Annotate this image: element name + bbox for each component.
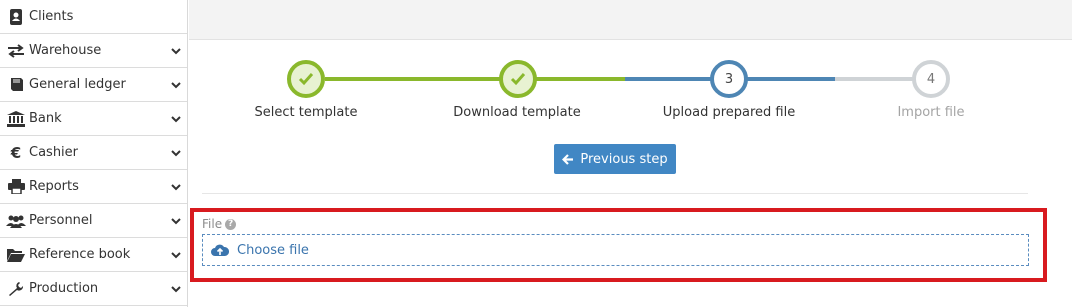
sidebar-item-cashier[interactable]: € Cashier	[0, 136, 187, 170]
sidebar-item-production[interactable]: Production	[0, 272, 187, 306]
sidebar-item-label: Clients	[29, 9, 74, 24]
step-4-label: Import file	[897, 105, 965, 120]
sidebar: Clients Warehouse General ledger Bank € …	[0, 0, 188, 307]
sidebar-item-label: Production	[29, 281, 99, 296]
folder-open-icon	[6, 246, 26, 264]
sidebar-item-label: Cashier	[29, 145, 79, 160]
previous-step-label: Previous step	[580, 151, 668, 167]
chevron-down-icon[interactable]	[171, 284, 181, 294]
sidebar-item-label: Warehouse	[29, 43, 102, 58]
step-connector-done	[537, 77, 625, 81]
wizard-stepper: Select template Download template 3 Uplo…	[189, 40, 1072, 140]
file-upload-dropzone[interactable]: Choose file	[202, 234, 1029, 266]
step-4-circle: 4	[912, 60, 950, 98]
step-4-number: 4	[926, 71, 936, 87]
chevron-down-icon[interactable]	[171, 114, 181, 124]
sidebar-item-label: Personnel	[29, 213, 93, 228]
chevron-down-icon[interactable]	[171, 216, 181, 226]
file-field-label: File ?	[202, 217, 237, 231]
sidebar-item-reference-book[interactable]: Reference book	[0, 238, 187, 272]
previous-step-button[interactable]: Previous step	[554, 144, 676, 174]
arrow-left-icon	[562, 153, 574, 165]
import-wizard: Select template Download template 3 Uplo…	[189, 40, 1072, 307]
chevron-down-icon[interactable]	[171, 80, 181, 90]
sidebar-item-personnel[interactable]: Personnel	[0, 204, 187, 238]
check-icon	[510, 73, 526, 86]
euro-icon: €	[10, 143, 22, 162]
step-1-label: Select template	[254, 105, 358, 120]
sidebar-item-general-ledger[interactable]: General ledger	[0, 68, 187, 102]
step-2-circle	[499, 60, 537, 98]
check-icon	[298, 73, 314, 86]
step-2-label: Download template	[453, 105, 581, 120]
sidebar-item-bank[interactable]: Bank	[0, 102, 187, 136]
sidebar-item-reports[interactable]: Reports	[0, 170, 187, 204]
chevron-down-icon[interactable]	[171, 182, 181, 192]
section-divider	[202, 193, 1028, 194]
sidebar-item-clients[interactable]: Clients	[0, 0, 187, 34]
chevron-down-icon[interactable]	[171, 250, 181, 260]
wrench-icon	[6, 280, 26, 298]
sidebar-item-label: Reports	[29, 179, 79, 194]
cloud-upload-icon	[211, 244, 229, 256]
step-3-number: 3	[724, 71, 734, 87]
help-icon[interactable]: ?	[225, 218, 237, 230]
bank-icon	[6, 110, 26, 128]
chevron-down-icon[interactable]	[171, 46, 181, 56]
step-3-label: Upload prepared file	[662, 105, 796, 120]
sidebar-item-warehouse[interactable]: Warehouse	[0, 34, 187, 68]
contact-book-icon	[6, 8, 26, 26]
sidebar-item-label: Bank	[29, 111, 62, 126]
step-connector-active	[747, 77, 835, 81]
users-icon	[6, 212, 26, 230]
file-label-text: File	[202, 217, 223, 231]
chevron-down-icon[interactable]	[171, 148, 181, 158]
sidebar-item-label: General ledger	[29, 77, 126, 92]
choose-file-link[interactable]: Choose file	[237, 243, 309, 258]
top-bar	[189, 0, 1072, 40]
step-1-circle	[287, 60, 325, 98]
sidebar-item-label: Reference book	[29, 247, 131, 262]
printer-icon	[6, 178, 26, 196]
step-3-circle: 3	[710, 60, 748, 98]
exchange-arrows-icon	[6, 42, 26, 60]
book-icon	[6, 76, 26, 94]
